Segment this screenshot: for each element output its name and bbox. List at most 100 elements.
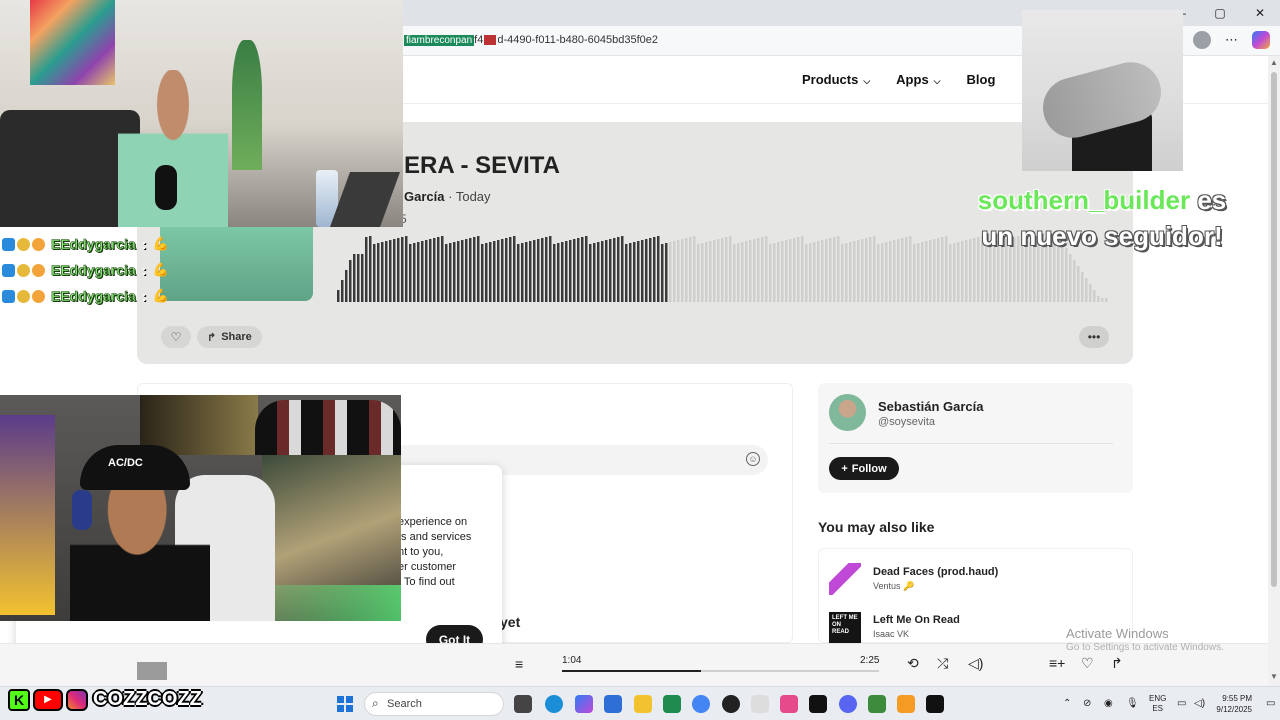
notification-icon[interactable]: ▭ bbox=[1266, 698, 1275, 709]
chrome-icon[interactable] bbox=[692, 695, 710, 713]
tiktok-icon[interactable] bbox=[926, 695, 944, 713]
list-item-artist[interactable]: Isaac VK bbox=[873, 629, 909, 639]
waveform-bar bbox=[785, 240, 788, 302]
chair bbox=[329, 172, 401, 227]
obs-icon[interactable] bbox=[722, 695, 740, 713]
obs-tray-icon[interactable]: ◉ bbox=[1104, 698, 1113, 709]
badge-icon bbox=[17, 289, 30, 303]
playlist-add-icon[interactable]: ≡+ bbox=[1049, 655, 1065, 671]
waveform-bar bbox=[849, 242, 852, 302]
list-item-title[interactable]: Dead Faces (prod.haud) bbox=[873, 566, 998, 578]
list-item-artist[interactable]: Ventus 🔑 bbox=[873, 581, 914, 592]
queue-icon[interactable]: ≡ bbox=[515, 656, 523, 672]
chat-username: EEddygarcia bbox=[51, 262, 136, 279]
taskbar-clock[interactable]: 9:55 PM 9/12/2025 bbox=[1212, 693, 1252, 715]
network-icon[interactable]: ⊘ bbox=[1083, 698, 1091, 709]
chevron-up-icon[interactable]: ⌃ bbox=[1063, 698, 1071, 709]
mic-icon[interactable]: 🎙 bbox=[1126, 698, 1139, 709]
like-button[interactable]: ♡ bbox=[161, 326, 191, 348]
more-options-button[interactable]: ••• bbox=[1079, 326, 1109, 348]
artist-name[interactable]: Sebastián García bbox=[878, 399, 984, 414]
badge-icon bbox=[2, 289, 15, 303]
waveform-bar bbox=[737, 243, 740, 302]
waveform-bar bbox=[817, 241, 820, 302]
scroll-up-icon[interactable]: ▲ bbox=[1270, 58, 1278, 67]
waveform-bar bbox=[561, 242, 564, 302]
waveform-bar bbox=[753, 239, 756, 302]
windows-start-icon[interactable] bbox=[337, 696, 353, 712]
waveform-bar bbox=[585, 236, 588, 302]
battery-icon[interactable]: ▭ bbox=[1177, 698, 1186, 709]
waveform-bar bbox=[777, 242, 780, 302]
waveform-bar bbox=[421, 241, 424, 302]
waveform-bar bbox=[745, 241, 748, 302]
nav-apps[interactable]: Apps ⌵ bbox=[896, 72, 940, 87]
list-item-title[interactable]: Left Me On Read bbox=[873, 614, 960, 626]
menu-dots-icon[interactable]: ⋯ bbox=[1225, 32, 1238, 48]
artist-avatar[interactable] bbox=[829, 394, 866, 431]
snipping-icon[interactable] bbox=[751, 695, 769, 713]
track-artist[interactable]: García bbox=[404, 189, 444, 204]
url-text[interactable]: fiambreconpan f4 d-4490-f011-b480-6045bd35… bbox=[404, 34, 658, 46]
shuffle-icon[interactable]: ⤮ bbox=[937, 655, 948, 672]
waveform-bar bbox=[1085, 278, 1088, 302]
waveform-bar bbox=[545, 237, 548, 302]
maximize-button[interactable]: ▢ bbox=[1200, 0, 1240, 26]
nav-products[interactable]: Products ⌵ bbox=[802, 72, 870, 87]
waveform-bar bbox=[489, 242, 492, 302]
nav-blog[interactable]: Blog bbox=[967, 72, 996, 87]
scroll-thumb[interactable] bbox=[1271, 72, 1277, 587]
waveform-bar bbox=[709, 241, 712, 302]
emoji-icon[interactable]: ☺ bbox=[746, 452, 760, 466]
profile-icon[interactable] bbox=[1193, 31, 1211, 49]
waveform-bar bbox=[861, 239, 864, 302]
waveform-bar bbox=[953, 243, 956, 302]
list-item-artwork[interactable]: LEFT ME ON READ bbox=[829, 612, 861, 644]
app-icon[interactable] bbox=[897, 695, 915, 713]
minecraft-icon[interactable] bbox=[868, 695, 886, 713]
waveform-bar bbox=[725, 237, 728, 302]
waveform-bar bbox=[445, 244, 448, 302]
waveform-bar bbox=[705, 242, 708, 302]
volume-tray-icon[interactable]: ◁) bbox=[1194, 698, 1205, 709]
copilot-app-icon[interactable] bbox=[575, 695, 593, 713]
waveform-bar bbox=[825, 239, 828, 302]
nav-menu: Products⌵ Apps⌵ Blog Lo bbox=[802, 72, 1037, 87]
waveform-bar bbox=[417, 242, 420, 302]
waveform-bar bbox=[553, 244, 556, 302]
waveform-bar bbox=[765, 236, 768, 302]
share-icon[interactable]: ↱ bbox=[1111, 655, 1123, 672]
progress-bar[interactable] bbox=[562, 670, 879, 672]
task-view-icon[interactable] bbox=[514, 695, 532, 713]
scroll-down-icon[interactable]: ▼ bbox=[1270, 672, 1278, 681]
follow-button[interactable]: + Follow bbox=[829, 457, 899, 480]
waveform-bar bbox=[513, 236, 516, 302]
folder-icon[interactable] bbox=[634, 695, 652, 713]
waveform-bar bbox=[465, 239, 468, 302]
app-icon[interactable] bbox=[780, 695, 798, 713]
capcut-icon[interactable] bbox=[809, 695, 827, 713]
heart-icon: ♡ bbox=[170, 330, 182, 344]
track-artist-line: García · Today bbox=[404, 189, 491, 204]
repeat-icon[interactable]: ⟲ bbox=[907, 655, 919, 672]
waveform-bar bbox=[629, 243, 632, 302]
waveform-bar bbox=[601, 241, 604, 302]
no-comments-text: yet bbox=[500, 614, 521, 630]
close-button[interactable]: ✕ bbox=[1240, 0, 1280, 26]
taskbar-search[interactable] bbox=[364, 692, 504, 716]
spreadsheet-icon[interactable] bbox=[663, 695, 681, 713]
copilot-icon[interactable] bbox=[1252, 31, 1270, 49]
list-item-artwork[interactable] bbox=[829, 563, 861, 595]
waveform-bar bbox=[621, 236, 624, 302]
share-button[interactable]: ↱ Share bbox=[197, 326, 262, 348]
player-artwork[interactable] bbox=[137, 662, 167, 680]
waveform-bar bbox=[653, 237, 656, 302]
edge-icon[interactable] bbox=[545, 695, 563, 713]
volume-icon[interactable]: ◁) bbox=[968, 655, 983, 672]
waveform-bar bbox=[869, 237, 872, 302]
discord-icon[interactable] bbox=[839, 695, 857, 713]
store-icon[interactable] bbox=[604, 695, 622, 713]
language-indicator[interactable]: ENG ES bbox=[1149, 694, 1166, 714]
heart-icon[interactable]: ♡ bbox=[1081, 655, 1094, 672]
page-scrollbar[interactable]: ▲ ▼ bbox=[1268, 56, 1280, 686]
